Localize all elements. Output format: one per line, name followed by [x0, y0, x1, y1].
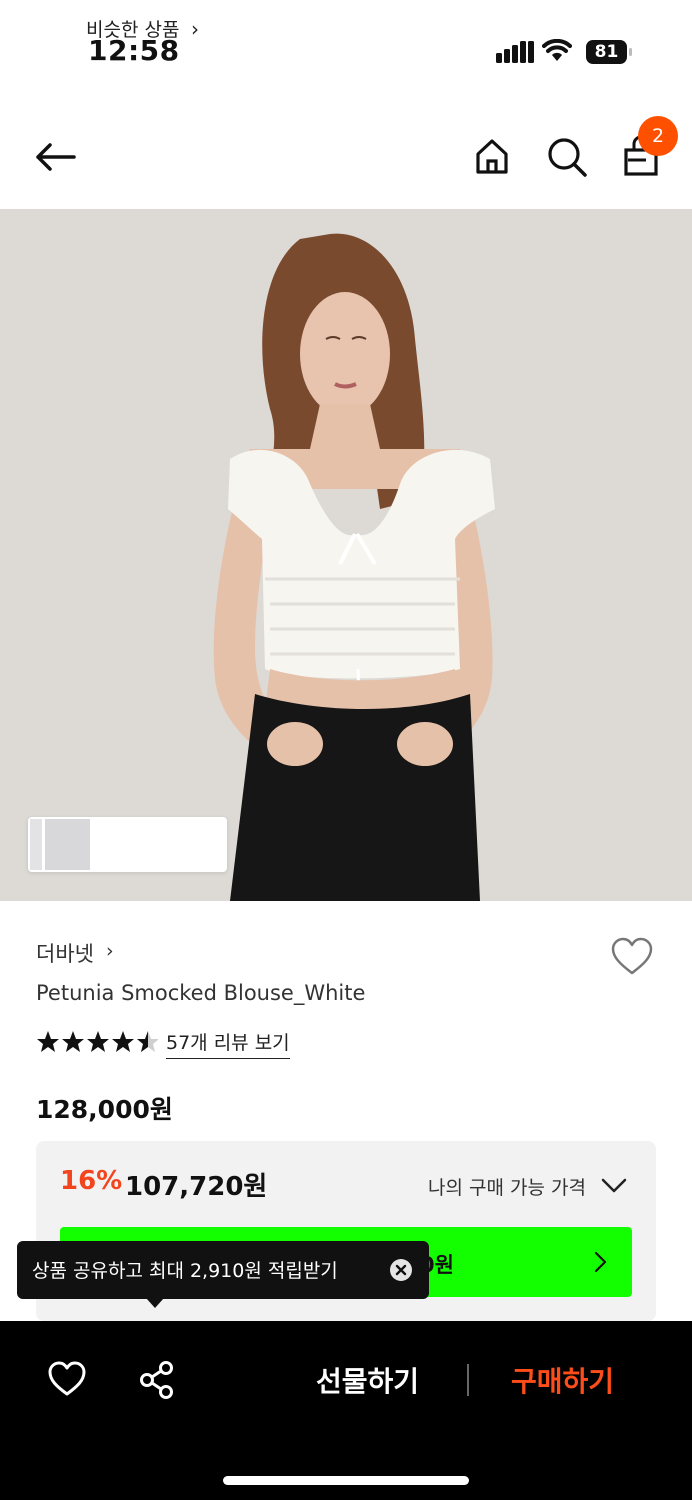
review-link[interactable]: 57개 리뷰 보기 [166, 1028, 290, 1059]
similar-products-label: 비슷한 상품 [86, 19, 180, 41]
divider [467, 1364, 469, 1396]
star-icon [87, 1031, 109, 1052]
cellular-signal-icon [496, 41, 534, 63]
tooltip-text: 상품 공유하고 최대 2,910원 적립받기 [32, 1260, 338, 1282]
chevron-down-icon[interactable] [600, 1176, 628, 1196]
discount-percent: 16% [60, 1166, 123, 1196]
gift-button[interactable]: 선물하기 [316, 1360, 419, 1400]
product-name: Petunia Smocked Blouse_White [36, 981, 366, 1005]
battery-level: 81 [586, 40, 627, 64]
cart-count-badge: 2 [638, 116, 678, 156]
my-price-label[interactable]: 나의 구매 가능 가격 [428, 1173, 586, 1200]
close-icon[interactable] [389, 1258, 413, 1282]
chevron-right-icon: › [191, 17, 199, 41]
search-icon[interactable] [544, 134, 590, 180]
chevron-right-icon [594, 1251, 607, 1273]
battery-cap [629, 48, 632, 56]
top-nav-bar [0, 110, 692, 205]
discount-price: 107,720원 [125, 1172, 268, 1202]
star-icon [112, 1031, 134, 1052]
star-icon [62, 1031, 84, 1052]
star-icon [37, 1031, 59, 1052]
tooltip-arrow [146, 1298, 164, 1308]
heart-icon[interactable] [610, 937, 654, 977]
similar-product-thumbnail [42, 819, 90, 870]
similar-products-button[interactable] [28, 817, 227, 872]
bottom-action-bar [0, 1321, 692, 1500]
home-icon[interactable] [470, 134, 514, 178]
home-indicator [223, 1476, 469, 1485]
original-price: 128,000원 [36, 1095, 173, 1124]
product-photo [0, 209, 692, 901]
back-arrow-icon[interactable] [30, 137, 80, 177]
share-icon[interactable] [138, 1360, 176, 1400]
battery-indicator: 81 [586, 40, 632, 64]
product-image[interactable] [0, 209, 692, 901]
brand-link[interactable]: 더바넷 [36, 938, 94, 968]
buy-button[interactable]: 구매하기 [511, 1360, 614, 1400]
wifi-icon [542, 39, 572, 61]
rating-stars [37, 1031, 158, 1052]
heart-icon[interactable] [47, 1361, 87, 1397]
chevron-right-icon: › [106, 940, 114, 962]
